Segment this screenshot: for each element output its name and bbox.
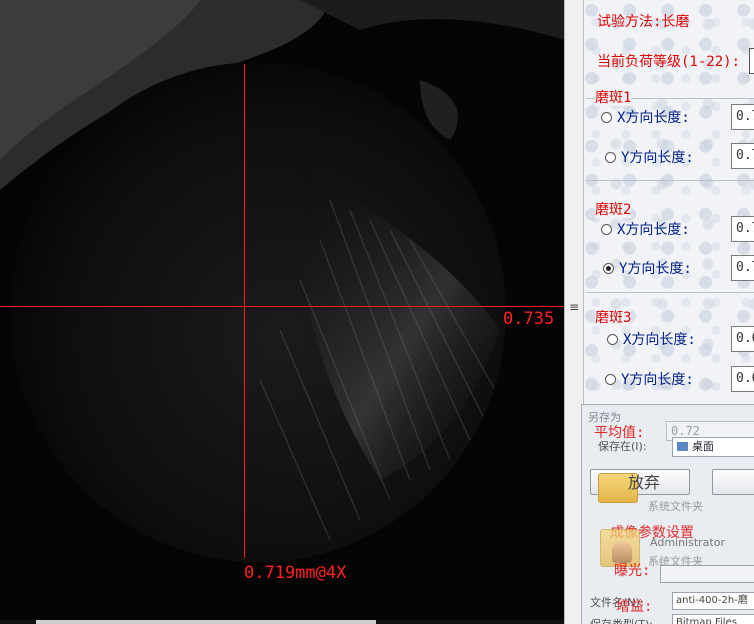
spot-3-x-radio[interactable] [607, 334, 618, 345]
spot-1-x-radio[interactable] [601, 112, 612, 123]
spot-3-y-label: Y方向长度: [621, 372, 694, 388]
user-name-label: Administrator [650, 536, 725, 549]
spot-2-y-label: Y方向长度: [619, 261, 692, 277]
exposure-field[interactable] [660, 565, 754, 583]
spot-2-title: 磨斑2 [595, 202, 632, 218]
secondary-button[interactable] [712, 469, 754, 495]
load-level-label: 当前负荷等级(1-22): [597, 54, 741, 70]
spot-2-x-field[interactable]: 0.7 [731, 216, 754, 242]
load-level-input[interactable] [749, 48, 754, 74]
splitter-grip-icon[interactable]: ≡ [567, 300, 581, 314]
spot-1-x-field[interactable]: 0.7 [731, 104, 754, 130]
y-measurement-readout: 0.735 [503, 309, 555, 329]
wear-scar-image [0, 0, 564, 624]
crosshair-horizontal [0, 306, 564, 307]
exposure-label: 曝光: [614, 563, 651, 579]
save-in-label: 保存在(I): [598, 440, 647, 453]
desktop-icon [677, 442, 688, 451]
spot-3-x-field[interactable]: 0.6 [731, 326, 754, 352]
save-location-value: 桌面 [692, 440, 714, 453]
microscope-view[interactable]: 0.735 0.719mm@4X [0, 0, 564, 624]
dialog-title: 另存为 [588, 411, 621, 424]
spot-3-y-radio[interactable] [605, 374, 616, 385]
spot-3-y-field[interactable]: 0.6 [731, 366, 754, 392]
gain-label: 增益: [616, 599, 653, 615]
spot-2-y-field[interactable]: 0.7 [731, 255, 754, 281]
spot-3-title: 磨斑3 [595, 310, 632, 326]
spot-2-y-radio-selected[interactable] [603, 263, 614, 274]
spot-1-y-radio[interactable] [605, 152, 616, 163]
spot-1-y-label: Y方向长度: [621, 150, 694, 166]
save-location-select[interactable]: 桌面 [672, 437, 754, 457]
abandon-label: 放弃 [628, 473, 661, 492]
spot-1-y-field[interactable]: 0.7 [731, 143, 754, 169]
crosshair-vertical [244, 64, 245, 558]
spot-2-x-radio[interactable] [601, 224, 612, 235]
x-measurement-readout: 0.719mm@4X [244, 563, 347, 583]
save-as-dialog[interactable]: 另存为 平均值: 0.72 保存在(I): 桌面 放弃 系统文件夹 成像参数设置… [581, 404, 754, 624]
filetype-label: 保存类型(T): [590, 616, 653, 624]
system-folder-label-1: 系统文件夹 [648, 500, 703, 513]
spot-1-x-label: X方向长度: [617, 110, 690, 126]
spot-1-title: 磨斑1 [595, 90, 632, 106]
filename-input[interactable]: anti-400-2h-磨 [672, 592, 754, 610]
test-method-label: 试验方法:长磨 [597, 14, 690, 30]
spot-2-x-label: X方向长度: [617, 222, 690, 238]
spot-3-x-label: X方向长度: [623, 332, 696, 348]
filetype-select[interactable]: Bitmap Files [672, 614, 754, 624]
user-avatar-icon [612, 541, 632, 563]
scrollbar-thumb[interactable] [36, 620, 376, 624]
